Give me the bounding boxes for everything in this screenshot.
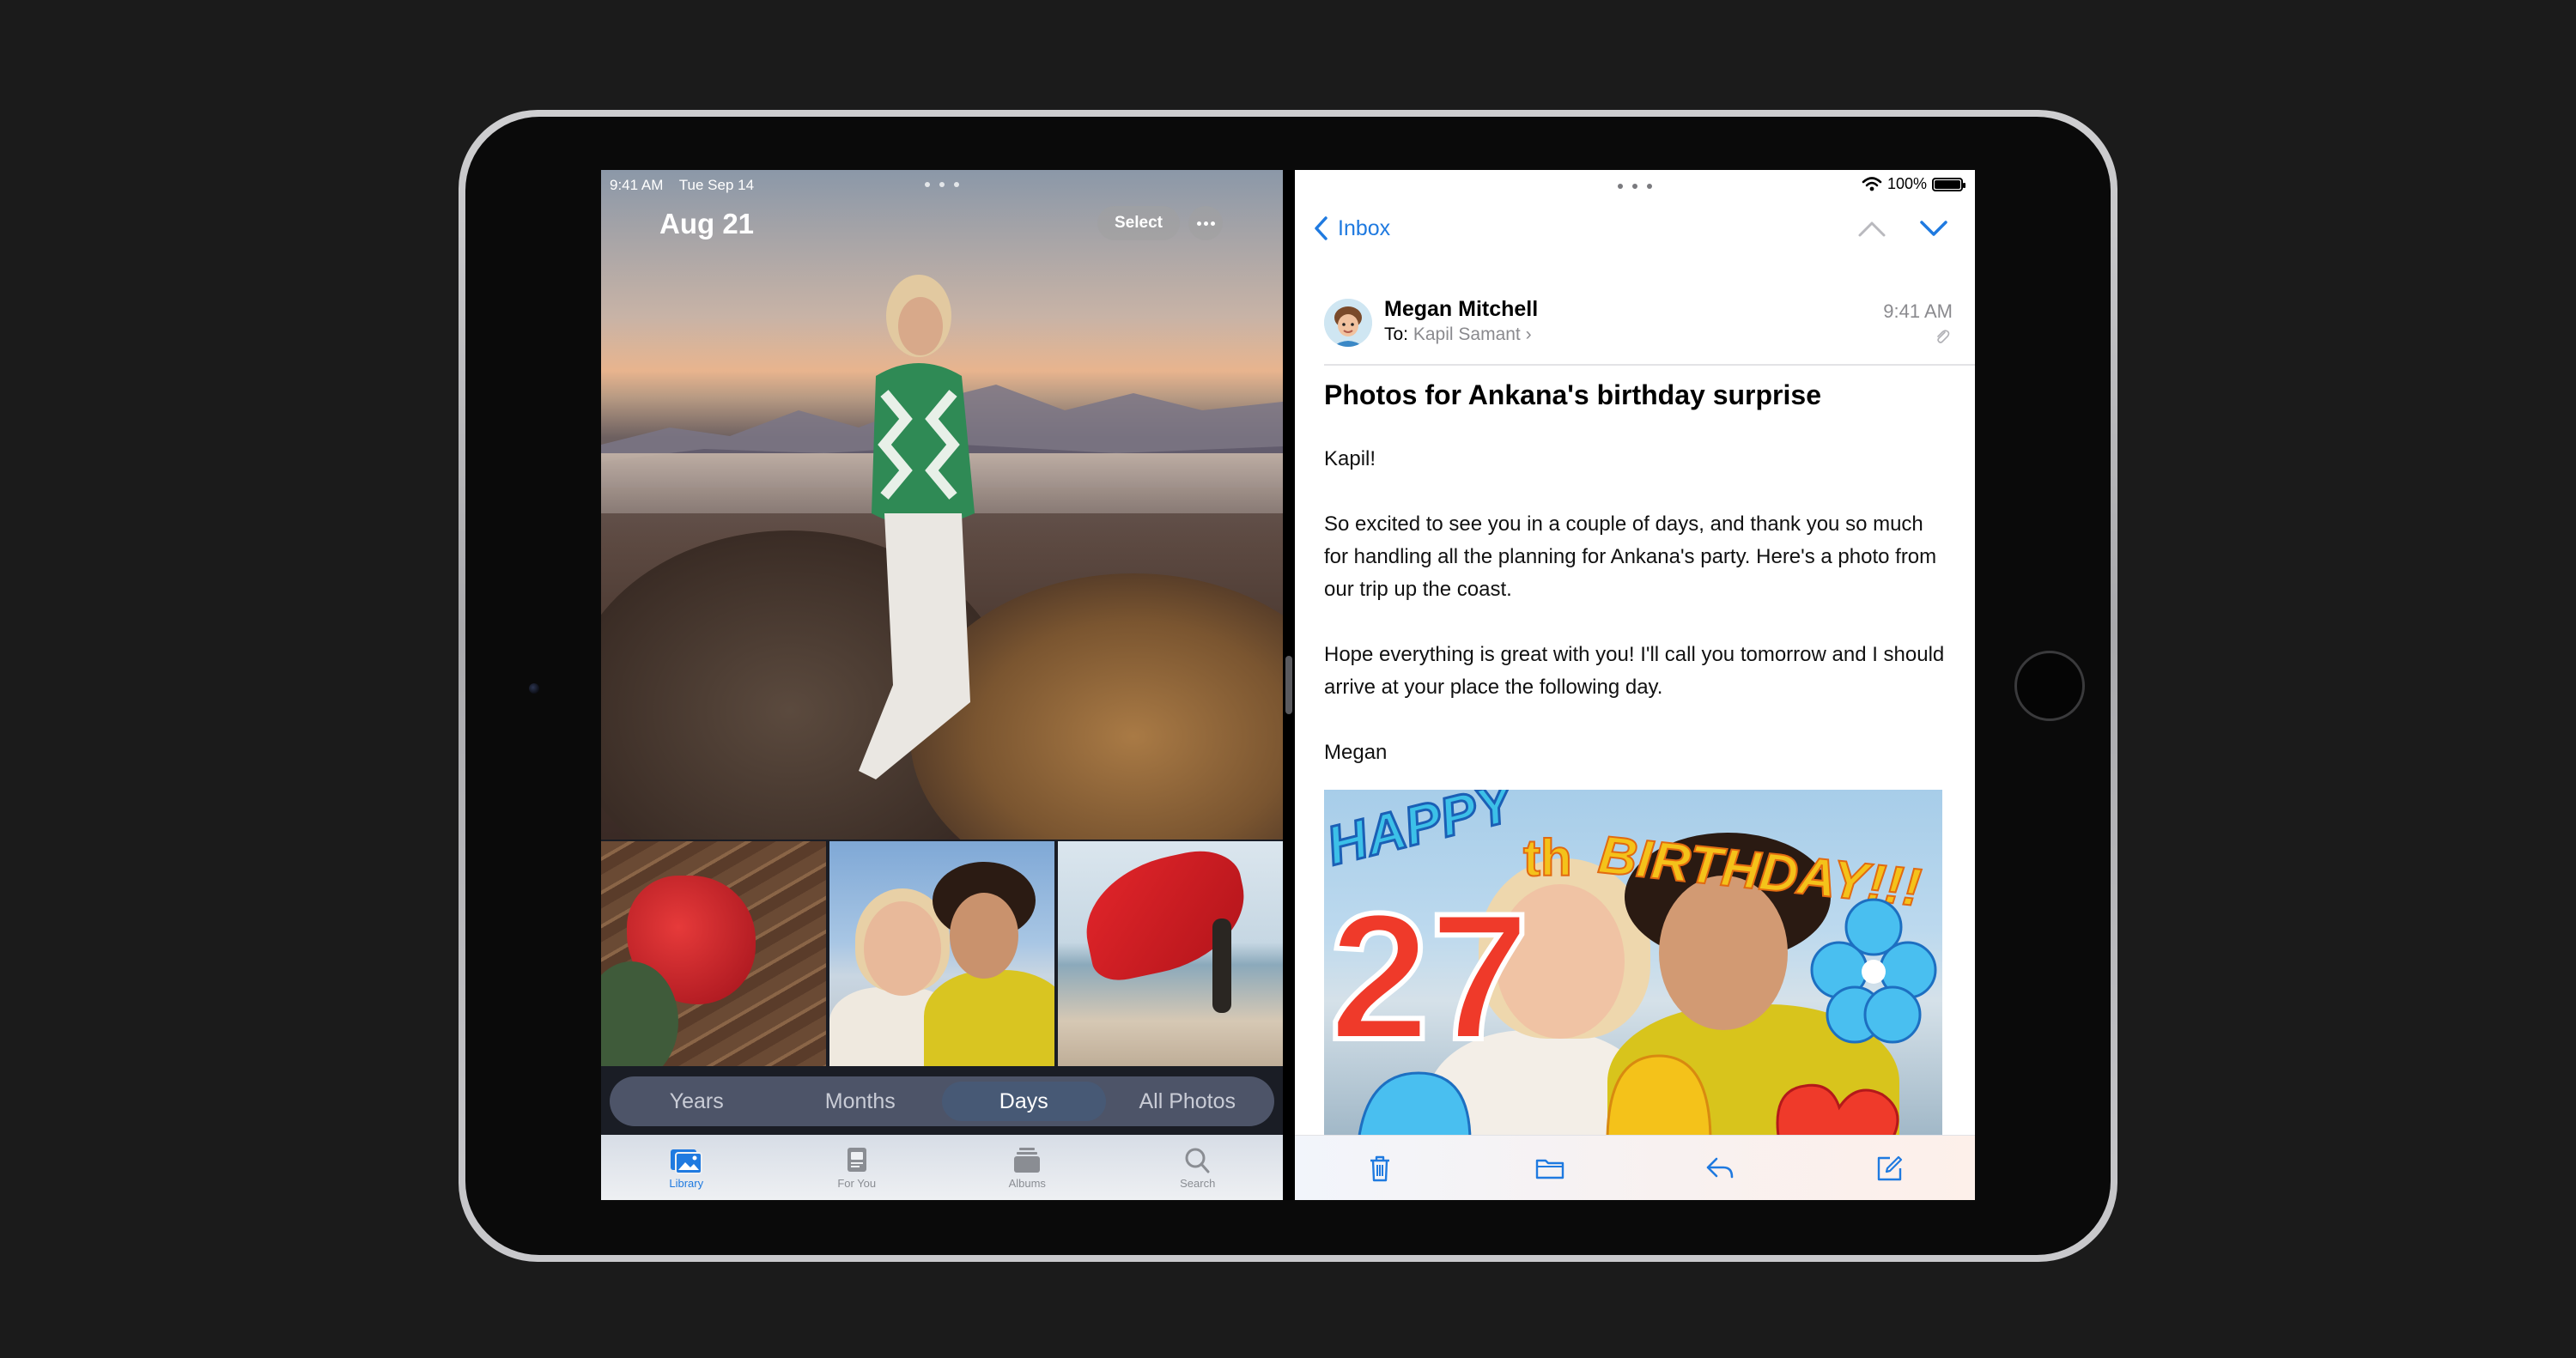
doodle-suffix: th: [1523, 829, 1572, 887]
to-prefix: To:: [1384, 324, 1409, 344]
home-button[interactable]: [2014, 651, 2085, 721]
photo-thumbnail[interactable]: [1058, 841, 1283, 1066]
chevron-down-icon[interactable]: [1918, 215, 1949, 242]
page-title: Aug 21: [659, 208, 755, 239]
search-icon: [1185, 1148, 1210, 1173]
back-label: Inbox: [1338, 215, 1391, 240]
battery-percent: 100%: [1886, 175, 1927, 192]
person-figure: [859, 275, 975, 779]
header-divider: [1324, 364, 1975, 366]
photos-app: 9:41 AM Tue Sep 14 Aug 21 Select Years M…: [601, 170, 1283, 1200]
segment-days[interactable]: Days: [942, 1082, 1106, 1121]
chevron-right-icon[interactable]: ›: [1526, 324, 1532, 344]
doodle-happy: HAPPY: [1324, 790, 1523, 877]
doodle-heart: [1776, 1083, 1899, 1142]
ellipsis-icon[interactable]: [1188, 206, 1223, 240]
birthday-doodle: HAPPY 27 th BIRTHDAY!!!: [1324, 790, 1937, 1142]
paperclip-icon: [1937, 330, 1950, 343]
tab-search[interactable]: Search: [1146, 1146, 1249, 1190]
view-segmented-control: Years Months Days All Photos: [610, 1076, 1274, 1126]
trash-icon[interactable]: [1364, 1153, 1395, 1184]
tab-albums[interactable]: Albums: [975, 1146, 1078, 1190]
tab-label: Search: [1180, 1176, 1216, 1190]
tab-label: For You: [837, 1176, 877, 1190]
front-camera: [529, 683, 539, 694]
body-paragraph: So excited to see you in a couple of day…: [1324, 512, 1937, 601]
split-view-handle[interactable]: [1285, 656, 1292, 714]
image-attachment[interactable]: HAPPY 27 th BIRTHDAY!!!: [1324, 790, 1942, 1142]
message-subject: Photos for Ankana's birthday surprise: [1324, 379, 1821, 410]
featured-photo[interactable]: 9:41 AM Tue Sep 14 Aug 21 Select: [601, 170, 1283, 840]
body-paragraph: Megan: [1324, 741, 1388, 764]
ipad-screen: 9:41 AM Tue Sep 14 Aug 21 Select Years M…: [601, 170, 1975, 1200]
tab-label: Albums: [1008, 1176, 1046, 1190]
mail-toolbar: [1295, 1135, 1975, 1200]
tab-for-you[interactable]: For You: [805, 1146, 908, 1190]
memoji-avatar-icon: [1324, 299, 1372, 347]
select-button[interactable]: Select: [1097, 206, 1180, 240]
battery-icon: [1932, 177, 1965, 191]
status-bar: 9:41 AM Tue Sep 14: [610, 177, 766, 194]
status-time: 9:41 AM: [610, 177, 664, 193]
photo-thumbnail[interactable]: [829, 841, 1054, 1066]
tab-library[interactable]: Library: [635, 1146, 738, 1190]
avatar[interactable]: [1324, 299, 1372, 347]
status-bar: 100%: [1862, 175, 1965, 193]
message-header: Megan Mitchell To: Kapil Samant › 9:41 A…: [1324, 295, 1959, 364]
multitasking-handle[interactable]: [1618, 184, 1652, 189]
mail-app: 100% Inbox Megan Mitchell To: Kapil Sama…: [1295, 170, 1975, 1200]
photo-thumbnail[interactable]: [601, 841, 826, 1066]
doodle-number: 27: [1329, 876, 1530, 1077]
segment-all-photos[interactable]: All Photos: [1106, 1082, 1270, 1121]
tab-label: Library: [669, 1176, 704, 1190]
tab-bar: Library For You Albums Search: [601, 1135, 1283, 1200]
chevron-up-icon[interactable]: [1856, 215, 1887, 242]
status-date: Tue Sep 14: [678, 177, 755, 193]
for-you-icon: [847, 1147, 866, 1172]
photo-library-icon: [671, 1149, 703, 1174]
reply-icon[interactable]: [1704, 1153, 1735, 1184]
albums-icon: [1014, 1147, 1041, 1173]
message-body: Kapil! So excited to see you in a couple…: [1324, 443, 1951, 802]
multitasking-handle[interactable]: [925, 182, 959, 187]
wifi-icon: [1862, 176, 1882, 191]
recipient-name[interactable]: Kapil Samant: [1413, 324, 1521, 344]
doodle-blob-yellow: [1606, 1054, 1712, 1142]
segment-months[interactable]: Months: [779, 1082, 943, 1121]
folder-icon[interactable]: [1534, 1153, 1565, 1184]
segment-years[interactable]: Years: [615, 1082, 779, 1121]
compose-icon[interactable]: [1874, 1153, 1905, 1184]
doodle-blob-blue: [1357, 1071, 1472, 1142]
doodle-flower-center: [1862, 960, 1886, 984]
message-navigation: [1856, 215, 1949, 242]
inbox-back-button[interactable]: Inbox: [1312, 215, 1390, 242]
body-paragraph: Hope everything is great with you! I'll …: [1324, 643, 1945, 699]
message-time: 9:41 AM: [1883, 300, 1953, 322]
chevron-left-icon: [1315, 216, 1327, 240]
body-paragraph: Kapil!: [1324, 447, 1376, 470]
sender-name[interactable]: Megan Mitchell: [1384, 297, 1538, 322]
photo-grid: [601, 841, 1283, 1066]
recipient-line: To: Kapil Samant ›: [1384, 324, 1532, 345]
